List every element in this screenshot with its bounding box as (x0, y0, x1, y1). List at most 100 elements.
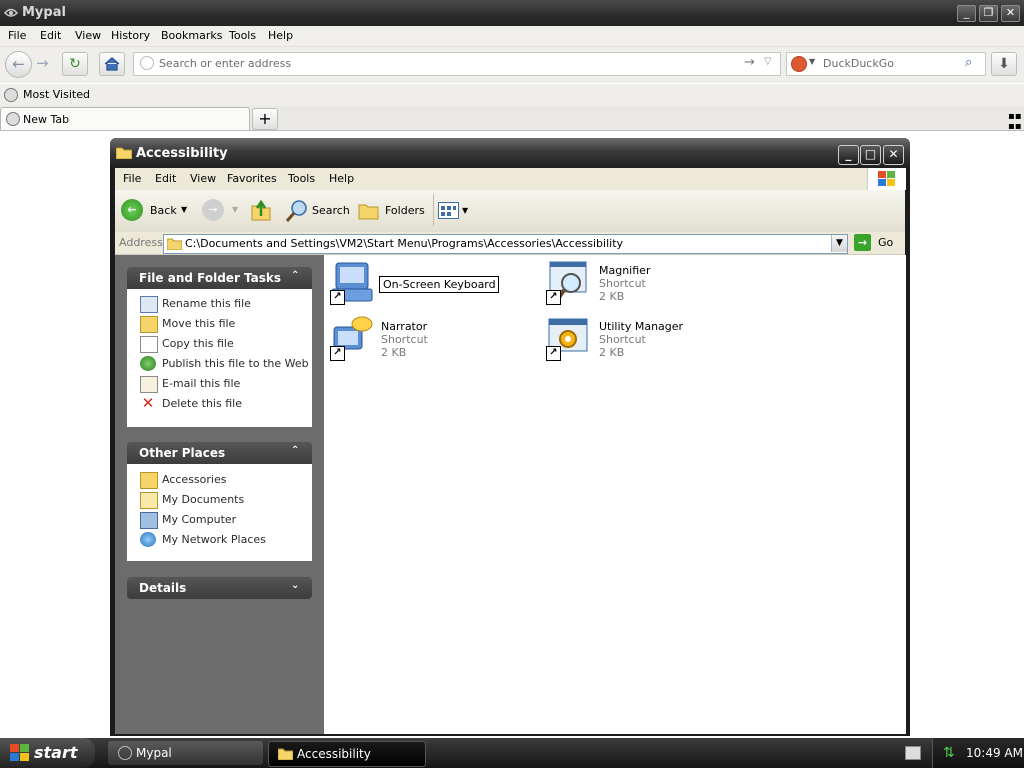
mypal-logo-icon (118, 746, 132, 760)
taskbar-item-mypal[interactable]: Mypal (108, 741, 263, 765)
explorer-titlebar: Accessibility (110, 138, 910, 168)
explorer-close-button[interactable]: ✕ (883, 145, 904, 165)
keyboard-tray-icon[interactable] (905, 746, 921, 760)
browser-menu-file[interactable]: File (8, 29, 26, 42)
explorer-menu-help[interactable]: Help (329, 172, 354, 185)
back-button[interactable]: ← (5, 51, 32, 78)
home-button[interactable] (99, 52, 125, 76)
network-tray-icon[interactable]: ⇅ (943, 745, 955, 761)
go-arrow-icon: → (854, 234, 871, 251)
up-folder-button[interactable] (250, 198, 272, 222)
all-tabs-grid-icon[interactable]: ▪▪ ▪▪ (1008, 112, 1022, 132)
address-dropdown-icon[interactable]: ▼ (831, 235, 847, 252)
task-rename[interactable]: Rename this file (127, 294, 312, 314)
file-item-magnifier[interactable]: ↗ Magnifier Shortcut 2 KB (546, 259, 721, 309)
file-size: 2 KB (381, 346, 407, 359)
collapse-chevron-icon[interactable]: ⌃ (291, 270, 299, 281)
folders-label: Folders (385, 204, 425, 217)
browser-menu-help[interactable]: Help (268, 29, 293, 42)
file-tasks-header[interactable]: File and Folder Tasks ⌃ (127, 267, 312, 289)
arrow-left-icon: ← (121, 199, 143, 221)
browser-minimize-button[interactable]: _ (957, 5, 976, 22)
search-label: Search (312, 204, 350, 217)
task-copy[interactable]: Copy this file (127, 334, 312, 354)
chevron-down-icon[interactable]: ▼ (232, 205, 238, 214)
globe-icon (6, 112, 20, 126)
chevron-down-icon[interactable]: ▼ (181, 205, 187, 214)
explorer-menu-view[interactable]: View (190, 172, 216, 185)
task-email[interactable]: E-mail this file (127, 374, 312, 394)
url-history-dropdown-icon[interactable]: ▽ (764, 56, 772, 67)
browser-restore-button[interactable]: ❐ (979, 5, 998, 22)
browser-menu-bookmarks[interactable]: Bookmarks (161, 29, 222, 42)
search-bar[interactable]: ▼ DuckDuckGo ⌕ (786, 52, 986, 76)
browser-menu-history[interactable]: History (111, 29, 150, 42)
expand-chevron-icon[interactable]: ⌄ (291, 580, 299, 591)
folders-button[interactable]: Folders (358, 199, 428, 223)
new-tab-button[interactable]: + (252, 108, 278, 130)
clock[interactable]: 10:49 AM (966, 746, 1023, 760)
file-item-utility-manager[interactable]: ↗ Utility Manager Shortcut 2 KB (546, 315, 721, 365)
delete-x-icon: ✕ (141, 394, 155, 412)
search-button[interactable]: Search (285, 199, 351, 223)
reload-button[interactable]: ↻ (62, 52, 88, 76)
copy-file-icon (140, 336, 158, 353)
task-move[interactable]: Move this file (127, 314, 312, 334)
views-button[interactable]: ▼ (438, 200, 470, 222)
details-header[interactable]: Details ⌄ (127, 577, 312, 599)
task-publish[interactable]: Publish this file to the Web (127, 354, 312, 374)
explorer-menu-file[interactable]: File (123, 172, 141, 185)
search-engine-dropdown-icon[interactable]: ▼ (809, 57, 815, 66)
explorer-menu-favorites[interactable]: Favorites (227, 172, 277, 185)
place-accessories[interactable]: Accessories (127, 470, 312, 490)
place-my-computer[interactable]: My Computer (127, 510, 312, 530)
file-type: Shortcut (599, 333, 646, 346)
explorer-menu-edit[interactable]: Edit (155, 172, 176, 185)
chevron-down-icon: ▼ (462, 206, 469, 215)
browser-menu-tools[interactable]: Tools (229, 29, 256, 42)
explorer-maximize-button[interactable]: □ (860, 145, 881, 165)
browser-title: Mypal (22, 5, 66, 20)
browser-menu-edit[interactable]: Edit (40, 29, 61, 42)
taskbar-item-accessibility[interactable]: Accessibility (268, 741, 426, 767)
duckduckgo-icon[interactable] (791, 56, 807, 72)
go-button[interactable]: → Go (854, 234, 902, 252)
file-tasks-body: Rename this file Move this file Copy thi… (127, 289, 312, 427)
browser-menu-view[interactable]: View (75, 29, 101, 42)
place-my-documents[interactable]: My Documents (127, 490, 312, 510)
keyboard-icon: ↗ (330, 259, 373, 305)
search-icon[interactable]: ⌕ (965, 55, 972, 70)
browser-close-button[interactable]: ✕ (1001, 5, 1020, 22)
folder-icon (140, 472, 158, 489)
explorer-minimize-button[interactable]: _ (838, 145, 859, 165)
collapse-chevron-icon[interactable]: ⌃ (291, 445, 299, 456)
task-delete[interactable]: ✕ Delete this file (127, 394, 312, 414)
file-item-narrator[interactable]: ↗ Narrator Shortcut 2 KB (330, 315, 505, 365)
place-my-network[interactable]: My Network Places (127, 530, 312, 550)
other-places-header[interactable]: Other Places ⌃ (127, 442, 312, 464)
network-globe-icon (140, 532, 156, 547)
taskbar-item-label: Accessibility (297, 747, 371, 761)
windows-flag-icon (10, 744, 29, 761)
explorer-toolbar: ← Back ▼ → ▼ Search Folders ▼ (115, 190, 905, 233)
search-input[interactable]: DuckDuckGo (823, 57, 894, 70)
back-button[interactable]: ← Back ▼ (121, 199, 191, 223)
start-button[interactable]: start (0, 738, 95, 768)
forward-button[interactable]: → (36, 54, 49, 72)
tab-label: New Tab (23, 113, 70, 126)
mypal-logo-icon (4, 8, 18, 17)
file-item-on-screen-keyboard[interactable]: ↗ On-Screen Keyboard (330, 259, 505, 309)
tab-new-tab[interactable]: New Tab (0, 107, 250, 130)
explorer-menu-tools[interactable]: Tools (288, 172, 315, 185)
url-input[interactable]: Search or enter address (159, 57, 291, 70)
rename-input-text[interactable]: On-Screen Keyboard (383, 278, 496, 291)
rename-input[interactable]: On-Screen Keyboard (379, 276, 499, 293)
address-input[interactable]: C:\Documents and Settings\VM2\Start Menu… (185, 237, 623, 250)
go-arrow-icon[interactable]: → (744, 55, 755, 70)
forward-button[interactable]: → (202, 199, 224, 221)
address-field[interactable]: C:\Documents and Settings\VM2\Start Menu… (163, 234, 848, 254)
panel-title: File and Folder Tasks (139, 271, 282, 285)
url-bar[interactable]: Search or enter address → ▽ (133, 52, 781, 76)
place-label: My Network Places (162, 533, 266, 546)
downloads-button[interactable]: ⬇ (991, 52, 1017, 76)
